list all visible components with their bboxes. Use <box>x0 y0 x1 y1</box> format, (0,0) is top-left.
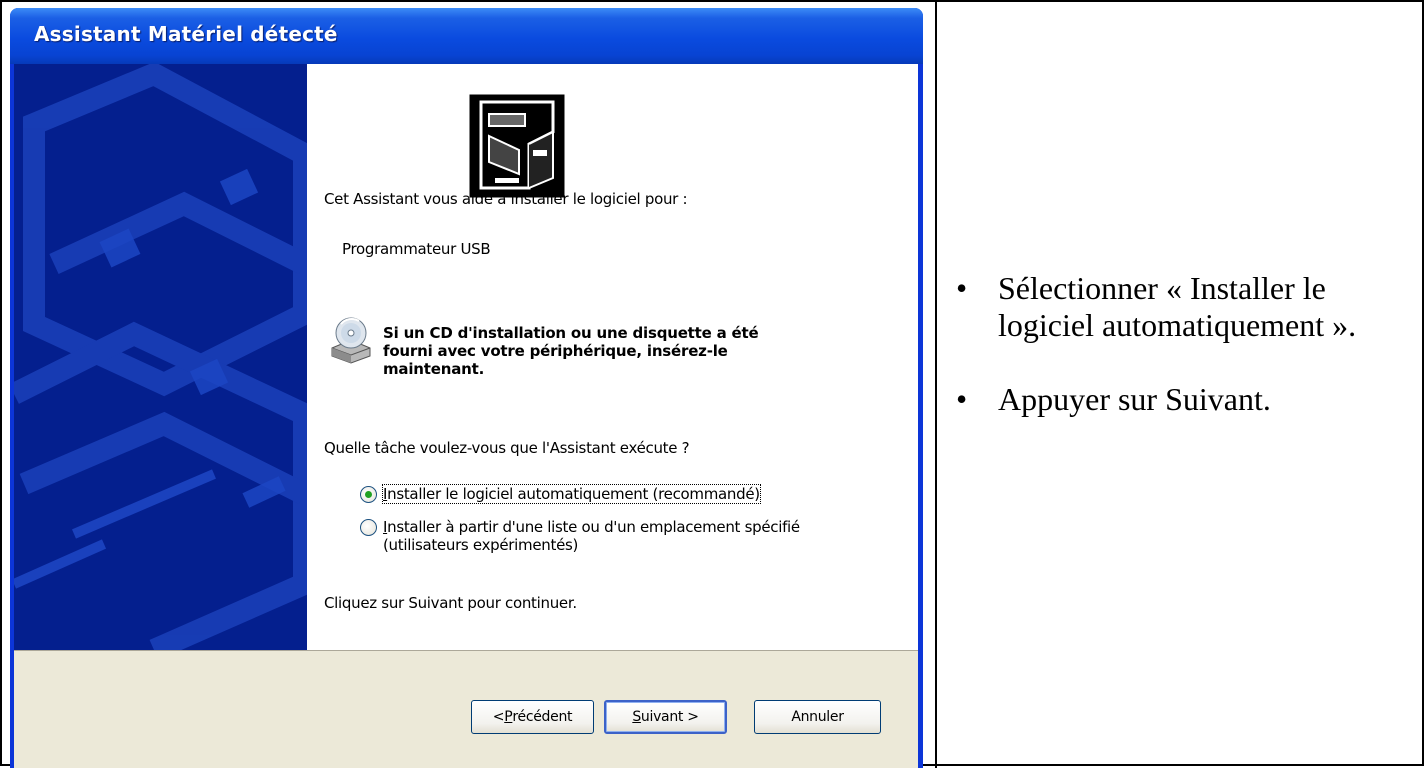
option-automatic-install[interactable]: Installer le logiciel automatiquement (r… <box>360 484 761 504</box>
cancel-button[interactable]: Annuler <box>754 700 881 734</box>
instruction-item: Appuyer sur Suivant. <box>950 381 1420 418</box>
instruction-item: Sélectionner « Installer le logiciel aut… <box>950 270 1420 344</box>
option-label-line: Installer à partir d'une liste ou d'un e… <box>383 518 800 536</box>
continue-instruction: Cliquez sur Suivant pour continuer. <box>324 594 577 612</box>
option-manual-label[interactable]: Installer à partir d'une liste ou d'un e… <box>383 518 800 554</box>
wizard-client-area: Cet Assistant vous aide à installer le l… <box>14 64 918 768</box>
window-title: Assistant Matériel détecté <box>34 22 338 46</box>
next-button[interactable]: Suivant > <box>604 700 727 734</box>
cd-message-line: fourni avec votre périphérique, insérez-… <box>383 342 728 360</box>
device-name: Programmateur USB <box>342 240 491 258</box>
instructions-list-container: Sélectionner « Installer le logiciel aut… <box>950 270 1420 455</box>
radio-button-unselected[interactable] <box>360 519 377 536</box>
option-label-text: nstaller à partir d'une liste ou d'un em… <box>387 518 800 536</box>
option-manual-install[interactable]: Installer à partir d'une liste ou d'un e… <box>360 518 800 554</box>
title-bar[interactable]: Assistant Matériel détecté <box>10 8 923 64</box>
button-label: récédent <box>512 709 573 725</box>
radio-button-selected[interactable] <box>360 486 377 503</box>
wizard-content: Cet Assistant vous aide à installer le l… <box>307 64 918 650</box>
intro-text: Cet Assistant vous aide à installer le l… <box>324 190 688 208</box>
banner-graphic <box>14 64 307 650</box>
button-label: uivant > <box>640 709 699 725</box>
access-key-letter: S <box>632 709 641 725</box>
access-key-letter: P <box>504 709 513 725</box>
cd-message-line: maintenant. <box>383 360 485 378</box>
back-button[interactable]: < Précédent <box>471 700 594 734</box>
button-prefix: < <box>492 709 505 725</box>
cd-message: Si un CD d'installation ou une disquette… <box>383 324 759 378</box>
cd-message-line: Si un CD d'installation ou une disquette… <box>383 324 759 342</box>
option-automatic-label[interactable]: Installer le logiciel automatiquement (r… <box>382 484 761 504</box>
wizard-side-banner <box>14 64 307 650</box>
instructions-list: Sélectionner « Installer le logiciel aut… <box>950 270 1420 418</box>
wizard-window: Assistant Matériel détecté Cet Assistant… <box>10 8 923 768</box>
table-column-divider <box>935 0 937 768</box>
hardware-card-icon <box>467 92 567 200</box>
cd-drive-icon <box>331 317 371 364</box>
option-label-line: (utilisateurs expérimentés) <box>383 536 579 554</box>
option-label-text: nstaller le logiciel automatiquement (re… <box>387 485 760 503</box>
task-question: Quelle tâche voulez-vous que l'Assistant… <box>324 439 690 457</box>
